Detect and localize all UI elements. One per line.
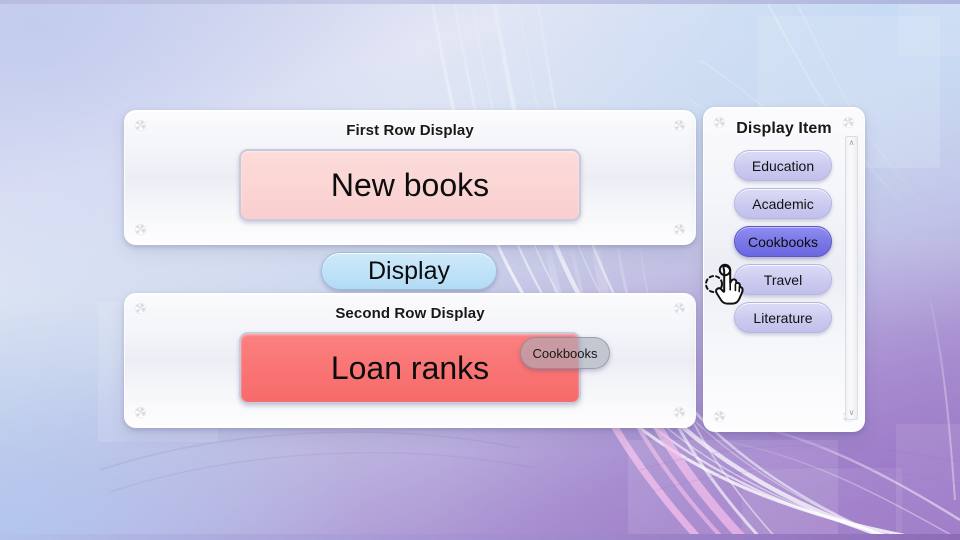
screw-icon bbox=[673, 223, 686, 236]
background-rect bbox=[896, 424, 960, 540]
display-item-education[interactable]: Education bbox=[734, 150, 832, 181]
scroll-up-arrow-icon[interactable]: ∧ bbox=[846, 137, 857, 149]
screw-icon bbox=[134, 223, 147, 236]
background-band-bottom bbox=[0, 534, 960, 540]
display-item-academic[interactable]: Academic bbox=[734, 188, 832, 219]
second-row-display-panel: Second Row Display Loan ranks bbox=[124, 293, 696, 428]
background-rect bbox=[898, 0, 960, 56]
first-row-title: First Row Display bbox=[346, 122, 474, 139]
sidebar-scrollbar[interactable]: ∧ ∨ bbox=[845, 136, 858, 420]
display-item-cookbooks[interactable]: Cookbooks bbox=[734, 226, 832, 257]
screw-icon bbox=[673, 406, 686, 419]
first-row-display-panel: First Row Display New books bbox=[124, 110, 696, 245]
display-item-list: Education Academic Cookbooks Travel Lite… bbox=[734, 150, 832, 333]
display-item-sidebar: Display Item Education Academic Cookbook… bbox=[703, 107, 865, 432]
first-row-field[interactable]: New books bbox=[239, 149, 581, 221]
scroll-down-arrow-icon[interactable]: ∨ bbox=[846, 407, 857, 419]
display-item-literature[interactable]: Literature bbox=[734, 302, 832, 333]
screw-icon bbox=[713, 410, 726, 423]
drag-ghost-chip[interactable]: Cookbooks bbox=[520, 337, 610, 369]
display-item-travel[interactable]: Travel bbox=[734, 264, 832, 295]
screw-icon bbox=[134, 406, 147, 419]
background-band-top bbox=[0, 0, 960, 4]
display-button[interactable]: Display bbox=[321, 252, 497, 290]
background-rect bbox=[628, 440, 838, 540]
second-row-title: Second Row Display bbox=[335, 305, 485, 322]
background-rect bbox=[742, 468, 902, 540]
sidebar-title: Display Item bbox=[736, 120, 832, 137]
